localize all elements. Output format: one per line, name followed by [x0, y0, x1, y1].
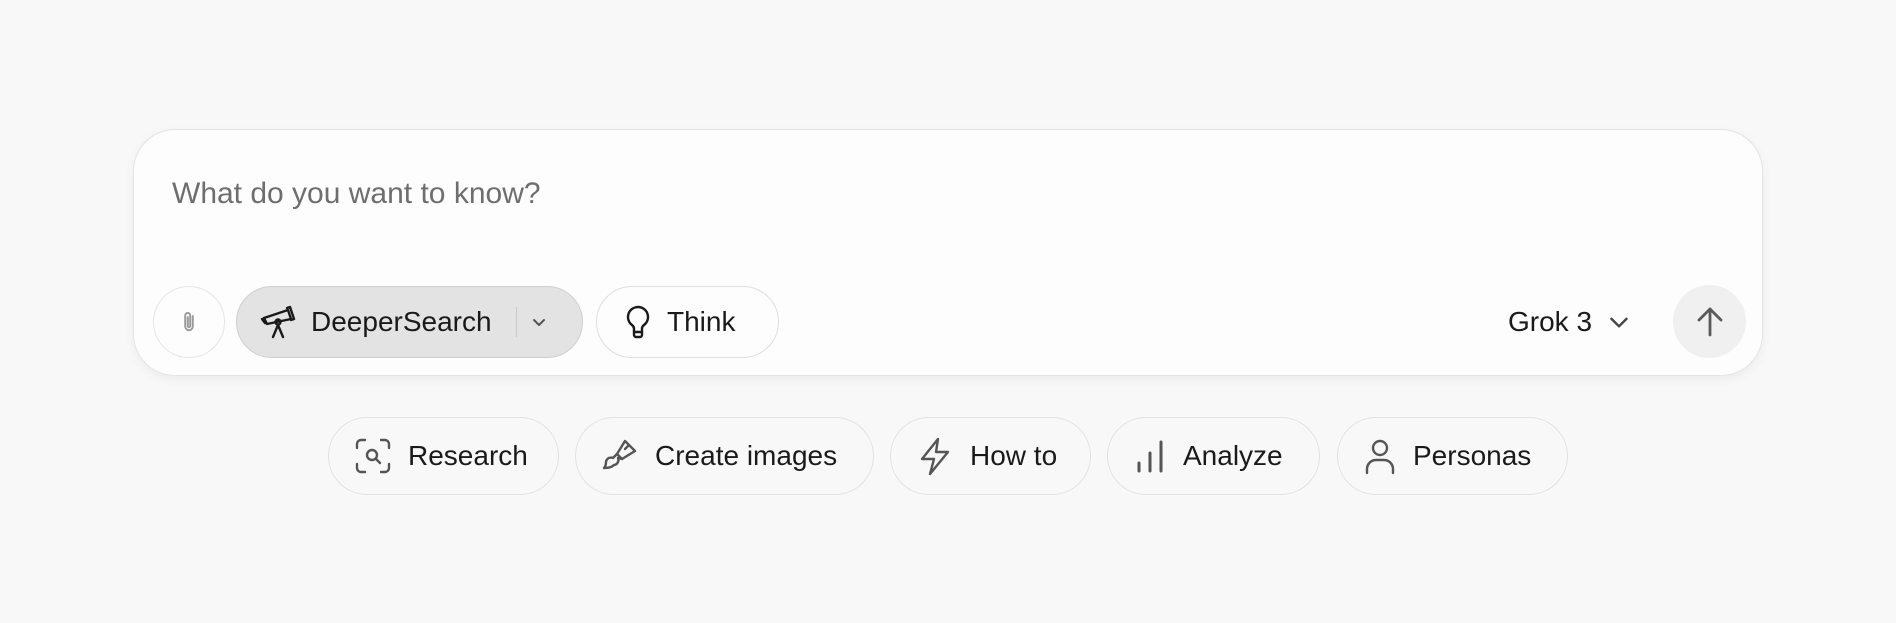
suggestion-label: Create images: [655, 440, 838, 471]
suggestion-research[interactable]: Research: [328, 417, 559, 495]
lightning-icon: [916, 436, 954, 476]
think-button[interactable]: Think: [596, 286, 779, 358]
bar-chart-icon: [1133, 437, 1167, 475]
chevron-down-icon: [1606, 309, 1632, 335]
suggestion-label: Research: [408, 440, 528, 471]
prompt-composer: DeeperSearch Think Grok 3: [133, 129, 1763, 376]
paperclip-icon: [176, 307, 202, 337]
attach-button[interactable]: [153, 286, 225, 358]
person-icon: [1363, 437, 1397, 475]
model-selector[interactable]: Grok 3: [1508, 294, 1632, 350]
deepersearch-label: DeeperSearch: [311, 306, 492, 337]
scan-search-icon: [354, 437, 392, 475]
paintbrush-icon: [601, 437, 639, 475]
lightbulb-icon: [623, 304, 653, 340]
model-label: Grok 3: [1508, 306, 1593, 337]
send-button[interactable]: [1673, 285, 1746, 358]
suggestion-label: How to: [970, 440, 1058, 471]
suggestion-label: Analyze: [1183, 440, 1283, 471]
suggestion-analyze[interactable]: Analyze: [1107, 417, 1320, 495]
think-label: Think: [667, 306, 736, 337]
suggestion-create-images[interactable]: Create images: [575, 417, 874, 495]
suggestion-how-to[interactable]: How to: [890, 417, 1091, 495]
arrow-up-icon: [1694, 305, 1726, 339]
chevron-down-icon[interactable]: [529, 312, 549, 332]
divider: [515, 307, 518, 337]
suggestion-label: Personas: [1413, 440, 1532, 471]
suggestion-personas[interactable]: Personas: [1337, 417, 1568, 495]
deepersearch-button[interactable]: DeeperSearch: [236, 286, 583, 358]
telescope-icon: [259, 304, 297, 340]
prompt-input[interactable]: [172, 172, 1672, 216]
